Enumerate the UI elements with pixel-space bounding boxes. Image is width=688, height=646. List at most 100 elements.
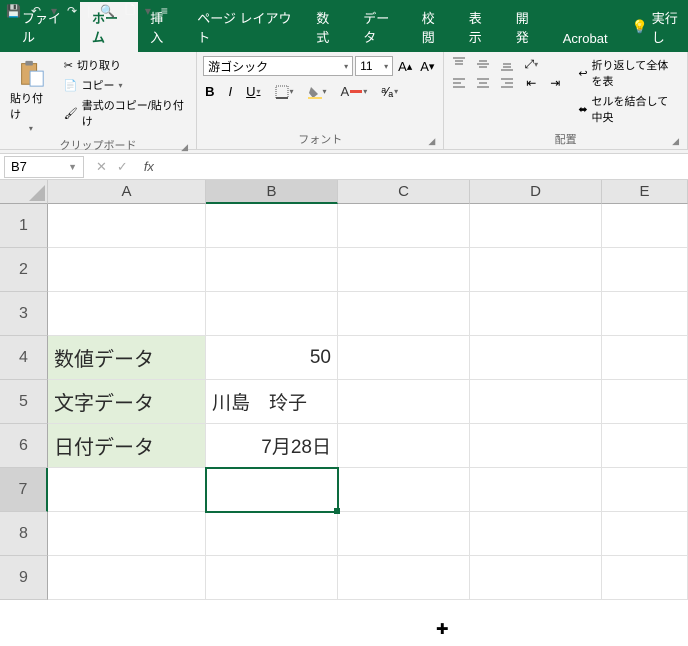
copy-dropdown-icon[interactable]: ▾ [119, 81, 123, 90]
tab-formulas[interactable]: 数式 [304, 2, 351, 52]
cell-c9[interactable] [338, 556, 470, 600]
fill-dropdown-icon[interactable]: ▾ [323, 87, 327, 96]
underline-button[interactable]: U▾ [244, 84, 262, 99]
font-name-combo[interactable]: 游ゴシック▾ [203, 56, 353, 76]
cell-a8[interactable] [48, 512, 206, 556]
cell-c2[interactable] [338, 248, 470, 292]
cell-a9[interactable] [48, 556, 206, 600]
tell-me[interactable]: 💡 実行し [628, 2, 688, 52]
orientation-button[interactable]: ⤢▾ [522, 56, 540, 72]
cell-d7[interactable] [470, 468, 602, 512]
cell-c5[interactable] [338, 380, 470, 424]
row-header-2[interactable]: 2 [0, 248, 48, 292]
cell-c7[interactable] [338, 468, 470, 512]
cell-a6[interactable]: 日付データ [48, 424, 206, 468]
print-preview-icon[interactable]: 🔍 [100, 4, 115, 18]
font-launcher-icon[interactable]: ◢ [428, 136, 435, 147]
borders-dropdown-icon[interactable]: ▾ [290, 87, 294, 96]
cell-c6[interactable] [338, 424, 470, 468]
save-icon[interactable]: 💾 [6, 4, 21, 18]
cell-d9[interactable] [470, 556, 602, 600]
cell-b1[interactable] [206, 204, 338, 248]
row-header-6[interactable]: 6 [0, 424, 48, 468]
cell-b9[interactable] [206, 556, 338, 600]
tab-pagelayout[interactable]: ページ レイアウト [185, 2, 304, 52]
fx-icon[interactable]: fx [144, 159, 154, 174]
italic-button[interactable]: I [226, 84, 234, 99]
col-header-d[interactable]: D [470, 180, 602, 204]
orientation-dropdown-icon[interactable]: ▾ [534, 60, 538, 69]
align-launcher-icon[interactable]: ◢ [672, 136, 679, 147]
cell-e9[interactable] [602, 556, 688, 600]
cell-b5[interactable]: 川島 玲子 [206, 380, 338, 424]
new-icon[interactable]: 🗋 [125, 1, 135, 22]
select-all-corner[interactable] [0, 180, 48, 204]
cell-b8[interactable] [206, 512, 338, 556]
row-header-9[interactable]: 9 [0, 556, 48, 600]
row-header-5[interactable]: 5 [0, 380, 48, 424]
row-header-1[interactable]: 1 [0, 204, 48, 248]
cell-e1[interactable] [602, 204, 688, 248]
copy-button[interactable]: 📄コピー▾ [62, 76, 190, 94]
cell-b6[interactable]: 7月28日 [206, 424, 338, 468]
decrease-indent-button[interactable]: ⇤ [522, 75, 540, 91]
tab-review[interactable]: 校閲 [410, 2, 457, 52]
tab-acrobat[interactable]: Acrobat [551, 25, 620, 52]
undo-dropdown-icon[interactable]: ▾ [51, 4, 57, 18]
cell-a2[interactable] [48, 248, 206, 292]
underline-dropdown-icon[interactable]: ▾ [257, 87, 261, 96]
cell-d2[interactable] [470, 248, 602, 292]
tab-developer[interactable]: 開発 [504, 2, 551, 52]
cell-b7[interactable] [206, 468, 338, 512]
cell-a4[interactable]: 数値データ [48, 336, 206, 380]
row-header-3[interactable]: 3 [0, 292, 48, 336]
borders-button[interactable]: ▾ [273, 85, 296, 99]
clipboard-launcher-icon[interactable]: ◢ [181, 142, 188, 153]
cell-d3[interactable] [470, 292, 602, 336]
align-right-button[interactable] [498, 75, 516, 91]
row-header-8[interactable]: 8 [0, 512, 48, 556]
cell-c3[interactable] [338, 292, 470, 336]
name-box-dropdown-icon[interactable]: ▼ [68, 162, 77, 172]
align-center-button[interactable] [474, 75, 492, 91]
font-color-button[interactable]: A▾ [339, 84, 370, 99]
cell-d6[interactable] [470, 424, 602, 468]
cell-d1[interactable] [470, 204, 602, 248]
cancel-formula-icon[interactable]: ✕ [96, 159, 107, 175]
col-header-c[interactable]: C [338, 180, 470, 204]
cell-a5[interactable]: 文字データ [48, 380, 206, 424]
align-top-button[interactable] [450, 56, 468, 72]
align-bottom-button[interactable] [498, 56, 516, 72]
qat-more-icon[interactable]: ≡ [161, 4, 168, 18]
paste-button[interactable]: 貼り付け ▾ [6, 56, 56, 135]
name-box[interactable]: B7 ▼ [4, 156, 84, 178]
merge-center-button[interactable]: ⬌セルを結合して中央 [576, 92, 681, 126]
cell-e8[interactable] [602, 512, 688, 556]
row-header-7[interactable]: 7 [0, 468, 48, 512]
cell-c1[interactable] [338, 204, 470, 248]
ruby-button[interactable]: ᵃ⁄ₐ▾ [379, 84, 400, 99]
col-header-a[interactable]: A [48, 180, 206, 204]
align-left-button[interactable] [450, 75, 468, 91]
bold-button[interactable]: B [203, 84, 216, 99]
font-color-dropdown-icon[interactable]: ▾ [363, 87, 367, 96]
cell-d8[interactable] [470, 512, 602, 556]
font-size-combo[interactable]: 11▾ [355, 56, 393, 76]
cell-b3[interactable] [206, 292, 338, 336]
cell-d4[interactable] [470, 336, 602, 380]
increase-font-icon[interactable]: A▴ [395, 56, 415, 76]
col-header-b[interactable]: B [206, 180, 338, 204]
cell-a1[interactable] [48, 204, 206, 248]
align-middle-button[interactable] [474, 56, 492, 72]
cell-b2[interactable] [206, 248, 338, 292]
cell-e5[interactable] [602, 380, 688, 424]
redo-icon[interactable]: ↷ [67, 4, 77, 18]
paste-dropdown-icon[interactable]: ▾ [29, 124, 33, 133]
cell-e6[interactable] [602, 424, 688, 468]
fill-color-button[interactable]: ▾ [306, 85, 329, 99]
formula-input[interactable] [154, 156, 688, 178]
cell-e4[interactable] [602, 336, 688, 380]
cell-a7[interactable] [48, 468, 206, 512]
undo-icon[interactable]: ↶ [31, 4, 41, 18]
cell-c8[interactable] [338, 512, 470, 556]
